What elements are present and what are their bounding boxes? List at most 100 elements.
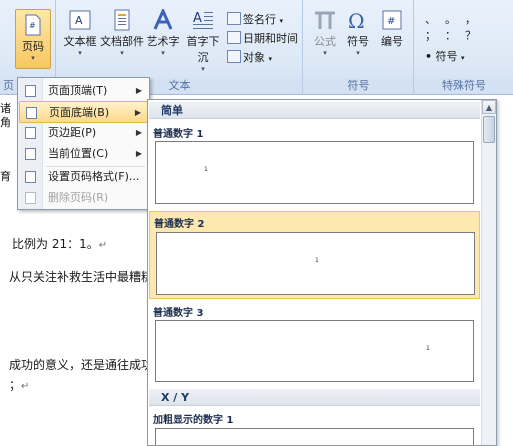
menu-item-bottom-of-page[interactable]: 页面底端(B) ▶ [19, 101, 148, 123]
drop-cap-label: 首字下沉 [186, 35, 220, 64]
chevron-down-icon: ▾ [279, 17, 284, 25]
doc-line: 成功的意义，还是通往成功 [9, 356, 153, 373]
submenu-arrow-icon: ▶ [135, 128, 142, 137]
gallery-item-title: 普通数字 1 [153, 129, 204, 140]
dot-icon: • [425, 50, 433, 63]
paragraph-mark-icon: ↵ [98, 240, 108, 251]
symbol-label: 符号 [347, 35, 369, 48]
page-number-label: 页码 [22, 40, 44, 53]
signature-line-button[interactable]: 签名行 ▾ [227, 11, 283, 28]
menu-item-label: 删除页码(R) [48, 191, 109, 204]
glyph-4[interactable]: ： [445, 28, 465, 44]
doc-line-text: 比例为 21：1。 [12, 237, 99, 251]
special-symbol-button[interactable]: • 符号 ▾ [425, 48, 465, 65]
doc-edge-fragment: 角 [0, 116, 11, 129]
page-preview: 1 [155, 141, 474, 204]
drop-cap-button[interactable]: A 首字下沉 ▾ [182, 9, 224, 73]
gallery-section-header: X / Y [149, 389, 480, 406]
quick-parts-button[interactable]: 文档部件 ▾ [99, 9, 145, 57]
page-number-button[interactable]: # 页码 ▾ [15, 9, 51, 69]
format-page-number-icon [25, 171, 36, 183]
special-glyphs-grid[interactable]: 、。， ；：？ [425, 12, 495, 44]
menu-item-label: 设置页码格式(F)... [48, 170, 140, 183]
gallery-item-bold-number-1[interactable]: 加粗显示的数字 1 [149, 408, 480, 445]
gallery-item-plain-number-2[interactable]: 普通数字 2 1 [149, 211, 480, 299]
menu-item-current-position[interactable]: 当前位置(C) ▶ [19, 143, 148, 165]
paragraph-mark-icon: ↵ [21, 381, 30, 392]
doc-line: ；↵ [9, 376, 29, 393]
special-symbol-label: 符号 [435, 50, 458, 63]
menu-item-label: 页边距(P) [48, 126, 97, 139]
gallery-item-plain-number-1[interactable]: 普通数字 1 1 [149, 121, 480, 209]
page-bottom-gallery: 简单 普通数字 1 1 普通数字 2 1 普通数字 3 1 X / Y 加粗显示… [147, 99, 497, 446]
symbol-button[interactable]: Ω 符号 ▾ [342, 9, 374, 57]
svg-text:#: # [29, 21, 36, 30]
page-top-icon [25, 85, 36, 97]
object-label: 对象 [243, 51, 265, 64]
chevron-down-icon: ▾ [78, 49, 82, 57]
svg-text:#: # [387, 16, 395, 27]
doc-edge-fragment: 育 [0, 170, 11, 183]
date-time-button[interactable]: 日期和时间 [227, 30, 298, 47]
doc-line: 比例为 21：1。↵ [12, 235, 107, 252]
menu-item-label: 页面顶端(T) [48, 84, 108, 97]
gallery-scrollbar[interactable]: ▲ [481, 100, 496, 445]
symbols-group: 公式 ▾ Ω 符号 ▾ # 编号 符号 [304, 0, 414, 95]
omega-icon: Ω [348, 9, 365, 31]
chevron-down-icon: ▾ [201, 65, 205, 73]
chevron-down-icon: ▾ [323, 49, 327, 57]
svg-text:A: A [75, 14, 83, 27]
page-preview: 1 [156, 232, 475, 295]
remove-page-number-icon [25, 192, 36, 204]
menu-item-top-of-page[interactable]: 页面顶端(T) ▶ [19, 80, 148, 102]
glyph-1[interactable]: 。 [445, 12, 465, 28]
equation-button[interactable]: 公式 ▾ [310, 9, 340, 57]
current-position-icon [25, 148, 36, 160]
wordart-button[interactable]: 艺术字 ▾ [145, 9, 181, 57]
drop-cap-icon: A [193, 11, 213, 29]
page-number-preview: 1 [315, 257, 319, 264]
quick-parts-icon [114, 9, 130, 31]
page-number-menu: 页面顶端(T) ▶ 页面底端(B) ▶ 页边距(P) ▶ 当前位置(C) ▶ 设… [17, 77, 150, 210]
symbols-group-label: 符号 [304, 79, 413, 93]
textbox-button[interactable]: A 文本框 ▾ [63, 9, 97, 57]
menu-item-format-page-numbers[interactable]: 设置页码格式(F)... [19, 166, 148, 188]
glyph-0[interactable]: 、 [425, 12, 445, 28]
glyph-5[interactable]: ？ [465, 28, 485, 44]
menu-item-page-margins[interactable]: 页边距(P) ▶ [19, 122, 148, 144]
gallery-section-header: 简单 [149, 102, 480, 119]
gallery-item-plain-number-3[interactable]: 普通数字 3 1 [149, 301, 480, 385]
glyph-2[interactable]: ， [465, 12, 485, 28]
doc-line: 从只关注补救生活中最糟糕 [9, 268, 153, 285]
textbox-label: 文本框 [63, 35, 97, 48]
special-symbols-group-label: 特殊符号 [415, 79, 513, 93]
doc-line-text: 成功的意义，还是通往成功 [9, 358, 154, 372]
scroll-thumb[interactable] [483, 116, 495, 143]
doc-line-text: 从只关注补救生活中最糟糕 [9, 270, 154, 284]
submenu-arrow-icon: ▶ [135, 149, 142, 158]
numbering-label: 编号 [381, 35, 403, 48]
submenu-arrow-icon: ▶ [134, 108, 141, 117]
chevron-down-icon: ▾ [120, 49, 124, 57]
date-time-label: 日期和时间 [243, 32, 298, 45]
menu-item-label: 当前位置(C) [48, 147, 109, 160]
chevron-down-icon: ▾ [31, 54, 35, 62]
object-button[interactable]: 对象 ▾ [227, 49, 272, 66]
gallery-item-title: 加粗显示的数字 1 [153, 415, 234, 426]
numbering-button[interactable]: # 编号 [376, 9, 408, 49]
doc-line-text: ； [9, 378, 22, 392]
scroll-up-icon[interactable]: ▲ [482, 100, 496, 114]
menu-item-label: 页面底端(B) [49, 106, 110, 119]
gallery-item-title: 普通数字 3 [153, 308, 204, 319]
pi-icon [315, 11, 335, 29]
page-preview: 1 [155, 320, 474, 382]
page-preview [155, 428, 474, 445]
submenu-arrow-icon: ▶ [135, 86, 142, 95]
page-number-icon: # [25, 14, 41, 36]
chevron-down-icon: ▾ [268, 55, 273, 63]
object-icon [227, 50, 241, 63]
chevron-down-icon: ▾ [356, 49, 360, 57]
glyph-3[interactable]: ； [425, 28, 445, 44]
textbox-icon: A [69, 10, 91, 30]
special-symbols-group: 、。， ；：？ • 符号 ▾ 特殊符号 [415, 0, 513, 95]
